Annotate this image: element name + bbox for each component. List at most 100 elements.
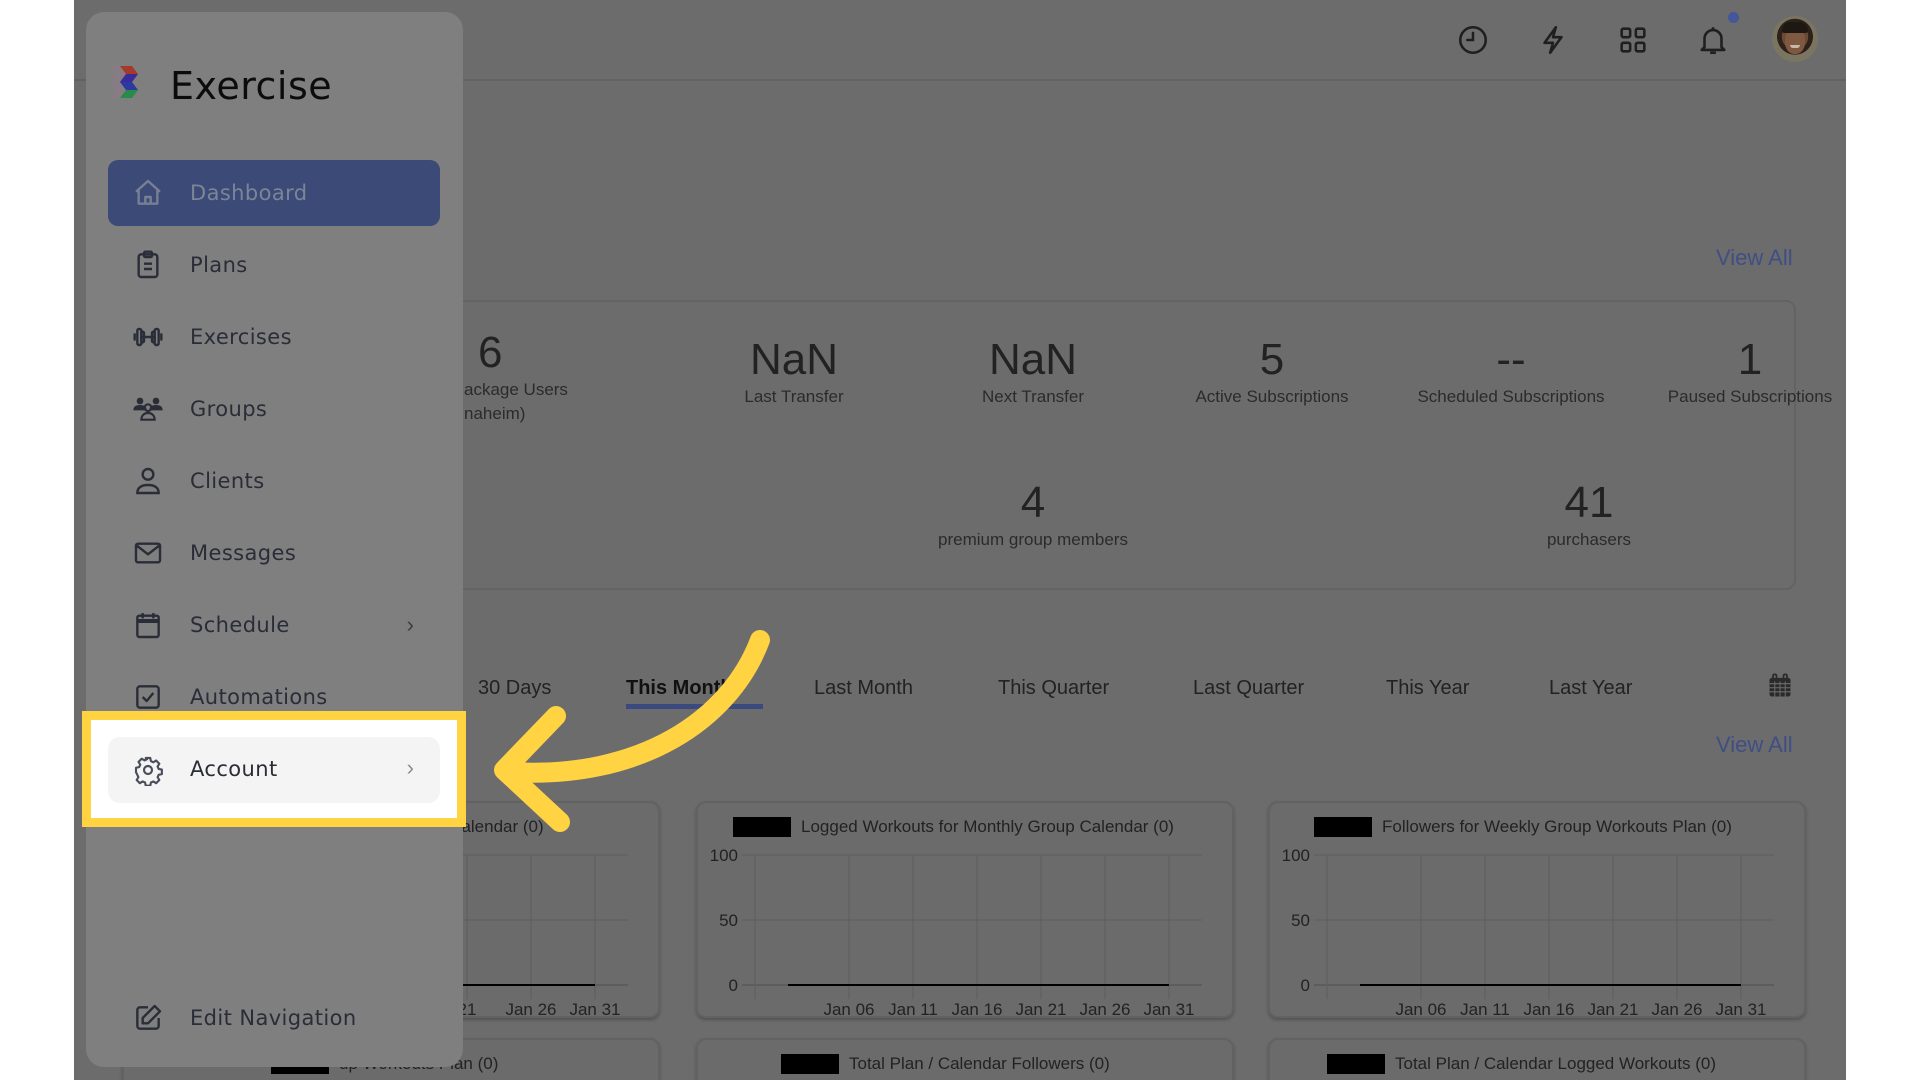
stat-paused-subscriptions: 1 Paused Subscriptions — [1640, 335, 1846, 409]
chart-card-logged-workouts: Logged Workouts for Monthly Group Calend… — [696, 801, 1234, 1018]
x-tick-label: Jan 06 — [823, 1000, 874, 1016]
y-tick-label: 100 — [710, 846, 738, 865]
stat-label: Active Subscriptions — [1195, 387, 1349, 406]
sidebar-item-clients[interactable]: Clients — [108, 448, 440, 514]
lightning-icon[interactable] — [1533, 20, 1573, 60]
y-tick-label: 50 — [1291, 911, 1310, 930]
stat-value: -- — [1496, 335, 1526, 384]
stat-value: 6 — [478, 328, 503, 377]
sidebar-item-dashboard[interactable]: Dashboard — [108, 160, 440, 226]
sidebar-item-account[interactable]: Account › — [108, 737, 440, 803]
brand-logo-icon — [110, 66, 138, 98]
stat-label: ackage Users — [464, 380, 568, 399]
sidebar-item-messages[interactable]: Messages — [108, 520, 440, 586]
stat-value: 1 — [1737, 335, 1763, 384]
stat-last-transfer: NaN Last Transfer — [694, 335, 894, 409]
sidebar-edit-navigation[interactable]: Edit Navigation — [108, 985, 440, 1051]
x-tick-label: Jan 31 — [1715, 1000, 1766, 1016]
x-tick-label: Jan 21 — [1587, 1000, 1638, 1016]
stat-value: 5 — [1259, 335, 1285, 384]
y-tick-label: 100 — [1282, 846, 1310, 865]
home-icon — [132, 177, 164, 209]
stat-label: Last Transfer — [744, 387, 844, 406]
user-icon — [132, 465, 164, 497]
y-tick-label: 0 — [729, 976, 738, 995]
sidebar-item-label: Dashboard — [190, 181, 308, 205]
tab-last-month[interactable]: Last Month — [814, 677, 913, 700]
notification-badge — [1728, 12, 1739, 23]
charts-view-all-link[interactable]: View All — [1716, 732, 1793, 758]
legend-swatch[interactable] — [781, 1054, 839, 1074]
tab-this-quarter[interactable]: This Quarter — [998, 677, 1109, 700]
sidebar-item-label: Schedule — [190, 613, 290, 637]
sidebar-item-label: Edit Navigation — [190, 1006, 357, 1030]
sidebar-item-label: Clients — [190, 469, 265, 493]
x-tick-label: Jan 26 — [505, 1000, 556, 1016]
dumbbell-icon — [132, 321, 164, 353]
x-tick-label: Jan 31 — [1143, 1000, 1194, 1016]
stat-package-users: 6 ackage Users naheim) — [464, 328, 664, 426]
sidebar-item-label: Messages — [190, 541, 297, 565]
apps-grid-icon[interactable] — [1613, 20, 1653, 60]
chart-card-total-followers: Total Plan / Calendar Followers (0) — [696, 1038, 1234, 1080]
stat-purchasers: 41 purchasers — [1479, 478, 1699, 552]
y-tick-label: 0 — [1301, 976, 1310, 995]
stat-next-transfer: NaN Next Transfer — [933, 335, 1133, 409]
x-tick-label: Jan 21 — [1015, 1000, 1066, 1016]
tab-last-quarter[interactable]: Last Quarter — [1193, 677, 1304, 700]
sidebar-item-groups[interactable]: Groups — [108, 376, 440, 442]
legend-label: Total Plan / Calendar Followers (0) — [849, 1054, 1110, 1073]
sidebar-item-exercises[interactable]: Exercises — [108, 304, 440, 370]
stat-label: premium group members — [938, 530, 1128, 549]
sidebar-item-label: Plans — [190, 253, 248, 277]
stat-label: Scheduled Subscriptions — [1417, 387, 1605, 406]
history-icon[interactable] — [1453, 20, 1493, 60]
x-tick-label: Jan 26 — [1651, 1000, 1702, 1016]
x-tick-label: Jan 16 — [1523, 1000, 1574, 1016]
legend-swatch[interactable] — [1327, 1054, 1385, 1074]
x-tick-label: Jan 11 — [1460, 1000, 1510, 1016]
x-tick-label: Jan 06 — [1395, 1000, 1446, 1016]
stat-label: Next Transfer — [981, 387, 1085, 406]
stat-label-2: naheim) — [464, 404, 526, 423]
stat-label: purchasers — [1546, 530, 1632, 549]
calendar-icon — [132, 609, 164, 641]
app-window: View All 6 ackage Users naheim) NaN Last… — [74, 0, 1846, 1080]
legend-label: Total Plan / Calendar Logged Workouts (0… — [1395, 1054, 1716, 1073]
groups-icon — [132, 393, 164, 425]
stat-premium-group-members: 4 premium group members — [923, 478, 1143, 552]
clipboard-icon — [132, 249, 164, 281]
user-avatar[interactable] — [1772, 16, 1818, 62]
checkbox-icon — [132, 681, 164, 713]
sidebar-item-label: Automations — [190, 685, 328, 709]
x-tick-label: Jan 11 — [888, 1000, 938, 1016]
calendar-picker-icon[interactable] — [1766, 672, 1794, 700]
stat-value: NaN — [749, 335, 839, 384]
stat-value: NaN — [988, 335, 1078, 384]
envelope-icon — [132, 537, 164, 569]
chevron-right-icon: › — [406, 612, 414, 637]
stat-scheduled-subscriptions: -- Scheduled Subscriptions — [1401, 335, 1621, 409]
tab-last-year[interactable]: Last Year — [1549, 677, 1632, 700]
stats-view-all-link[interactable]: View All — [1716, 245, 1793, 271]
sidebar-item-plans[interactable]: Plans — [108, 232, 440, 298]
chart-plot: 0 50 100 Jan 06 Jan 11 Jan 16 Jan 21 Jan 26 Jan … — [1282, 846, 1774, 1016]
sidebar-item-schedule[interactable]: Schedule › — [108, 592, 440, 658]
tab-this-year[interactable]: This Year — [1386, 677, 1469, 700]
sidebar-item-label: Groups — [190, 397, 268, 421]
chart-plot: 0 50 100 Jan 06 Jan 11 Jan 16 Jan 21 Jan 26 Jan … — [710, 846, 1202, 1016]
sidebar-item-label: Account — [190, 757, 278, 781]
tab-this-month[interactable]: This Month — [626, 677, 763, 709]
tab-30-days[interactable]: 30 Days — [478, 677, 551, 700]
x-tick-label: Jan 26 — [1079, 1000, 1130, 1016]
edit-icon — [132, 1002, 164, 1034]
stat-value: 4 — [1020, 478, 1046, 527]
x-tick-label: Jan 16 — [951, 1000, 1002, 1016]
chart-card-followers: Followers for Weekly Group Workouts Plan… — [1268, 801, 1806, 1018]
brand-name: Exercise — [170, 64, 333, 108]
sidebar-item-label: Exercises — [190, 325, 292, 349]
x-tick-label: Jan 31 — [569, 1000, 620, 1016]
stat-label: Paused Subscriptions — [1667, 387, 1833, 406]
chevron-right-icon: › — [406, 755, 414, 780]
bell-icon[interactable] — [1693, 20, 1733, 60]
